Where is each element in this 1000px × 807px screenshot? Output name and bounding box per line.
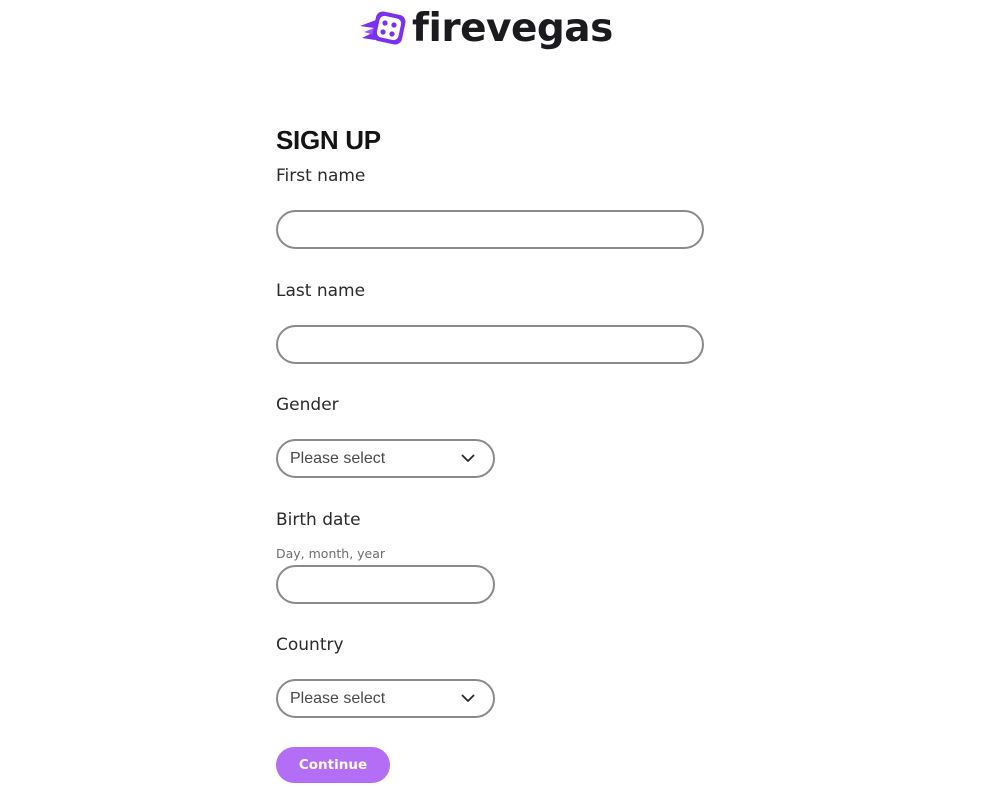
country-label: Country [276, 635, 344, 655]
chevron-down-icon [461, 454, 475, 462]
dice-logo-icon [360, 11, 406, 45]
page-title: SIGN UP [276, 125, 381, 155]
birth-date-hint: Day, month, year [276, 546, 386, 561]
last-name-input[interactable] [276, 325, 704, 364]
first-name-input[interactable] [276, 210, 704, 249]
country-select[interactable]: Please select [276, 679, 495, 718]
first-name-label: First name [276, 166, 366, 186]
birth-date-label: Birth date [276, 510, 361, 530]
brand-logo[interactable]: firevegas [358, 6, 613, 52]
chevron-down-icon [461, 694, 475, 702]
gender-select[interactable]: Please select [276, 439, 495, 478]
continue-button[interactable]: Continue [276, 747, 390, 783]
last-name-label: Last name [276, 281, 366, 301]
gender-select-value: Please select [290, 449, 386, 467]
brand-wordmark: firevegas [412, 6, 613, 51]
country-select-value: Please select [290, 689, 386, 707]
gender-label: Gender [276, 395, 339, 415]
birth-date-input[interactable] [276, 565, 495, 604]
